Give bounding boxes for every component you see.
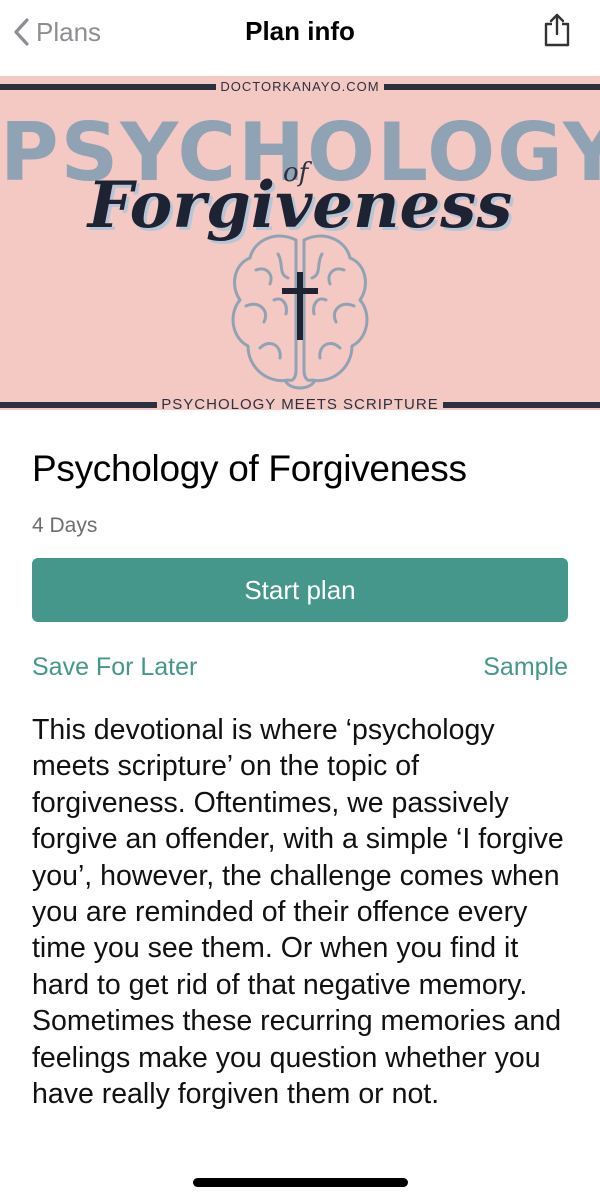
page-title: Plan info (245, 16, 355, 46)
plan-title: Psychology of Forgiveness (32, 448, 467, 489)
plan-info-screen: Plans Plan info DOCTORKANAYO.COM PSYCHOL… (0, 0, 600, 1200)
banner-tagline: PSYCHOLOGY MEETS SCRIPTURE (0, 396, 600, 410)
plan-description: This devotional is where ‘psychology mee… (32, 714, 564, 1111)
share-icon (544, 13, 570, 47)
sample-link[interactable]: Sample (483, 653, 568, 682)
plan-cover-image: DOCTORKANAYO.COM PSYCHOLOGY of Forgivene… (0, 76, 600, 410)
plan-duration: 4 Days (32, 514, 98, 537)
banner-website: DOCTORKANAYO.COM (0, 78, 600, 96)
save-for-later-link[interactable]: Save For Later (32, 653, 197, 682)
home-indicator[interactable] (193, 1178, 408, 1187)
share-button[interactable] (542, 12, 572, 48)
brain-cross-icon (231, 234, 369, 390)
navigation-bar: Plans Plan info (0, 0, 600, 66)
start-plan-button[interactable]: Start plan (32, 558, 568, 622)
